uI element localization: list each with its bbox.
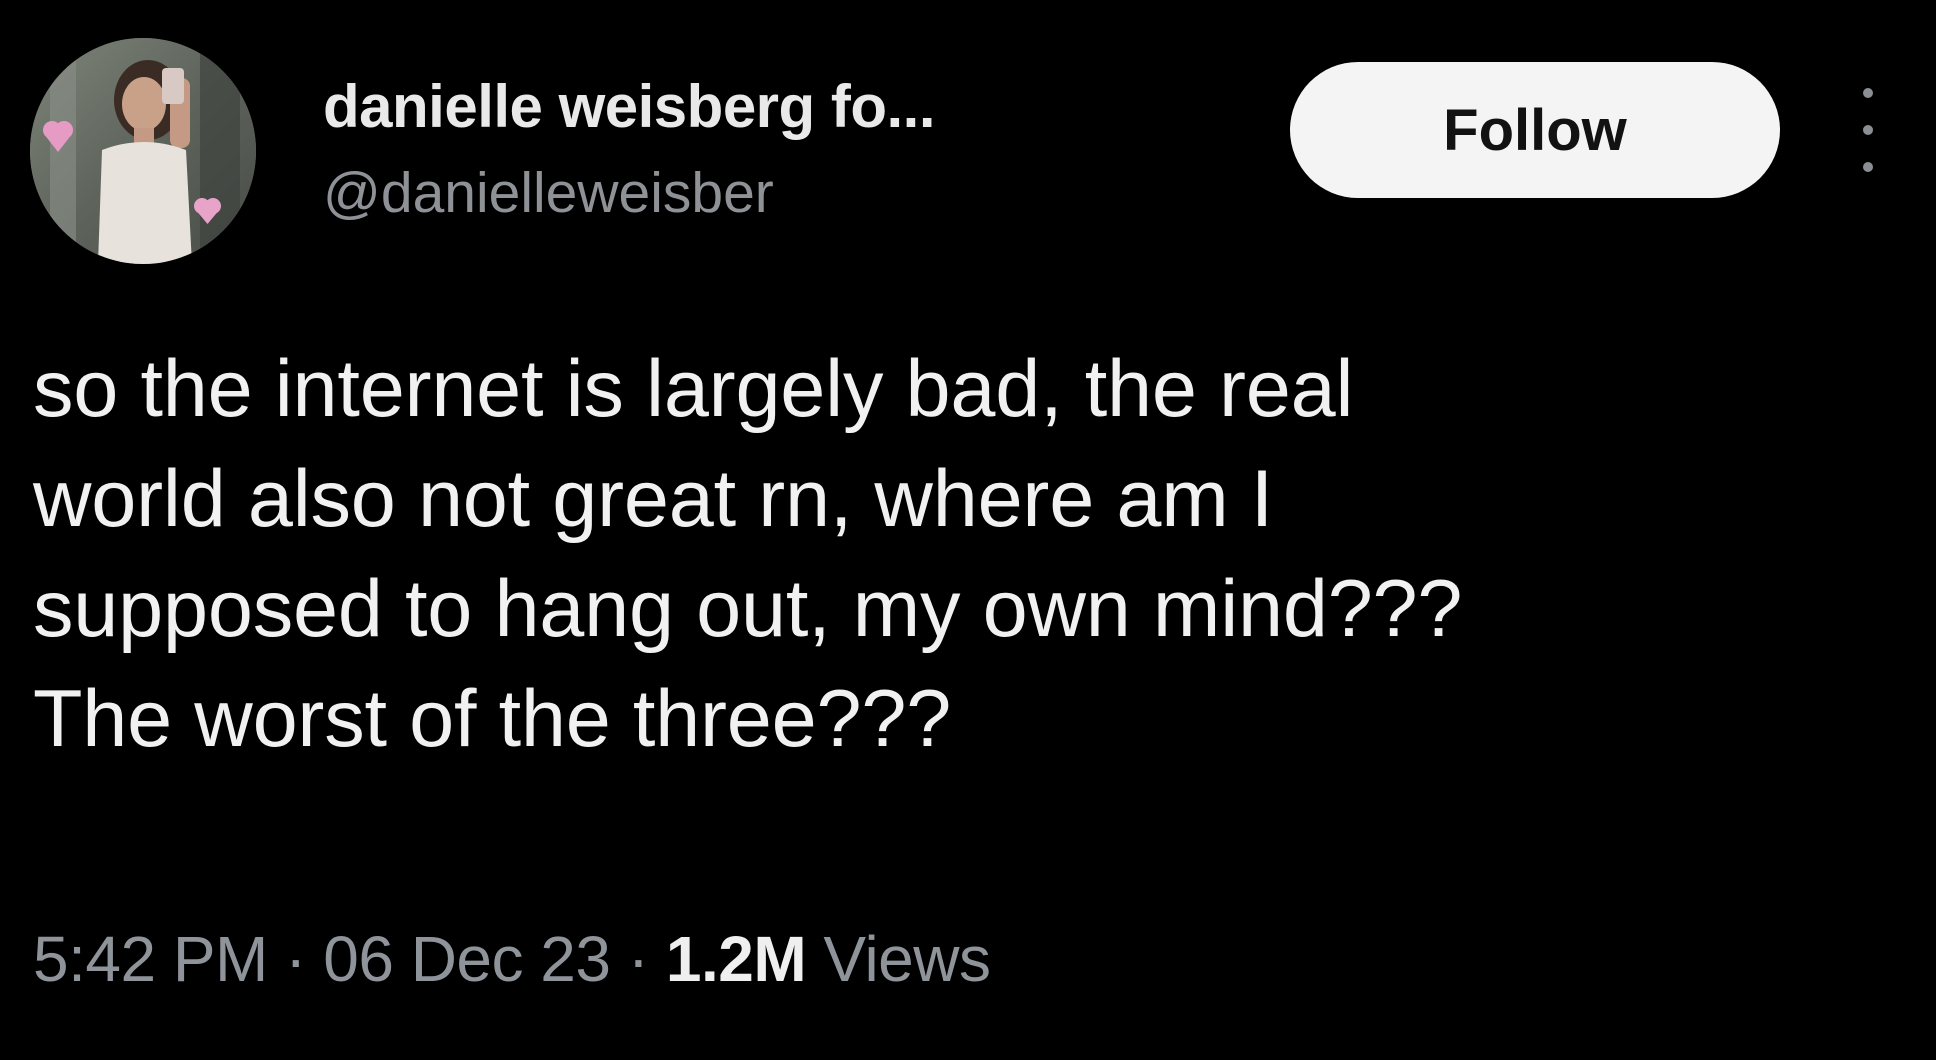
tweet-text: so the internet is largely bad, the real… <box>33 334 1893 774</box>
views-label: Views <box>823 923 991 995</box>
tweet-text-line: so the internet is largely bad, the real <box>33 344 1354 434</box>
avatar-photo <box>30 38 256 264</box>
author-handle[interactable]: @danielleweisber <box>323 160 774 226</box>
views-count[interactable]: 1.2M <box>666 923 807 995</box>
tweet-text-line: The worst of the three??? <box>33 674 952 764</box>
avatar[interactable] <box>30 38 256 264</box>
more-options-button[interactable] <box>1855 88 1881 172</box>
more-vertical-icon <box>1863 88 1873 98</box>
tweet-text-line: supposed to hang out, my own mind??? <box>33 564 1463 654</box>
tweet-time[interactable]: 5:42 PM <box>33 923 268 995</box>
more-vertical-icon <box>1863 162 1873 172</box>
tweet-text-line: world also not great rn, where am I <box>33 454 1274 544</box>
tweet-date[interactable]: 06 Dec 23 <box>323 923 611 995</box>
tweet-metadata: 5:42 PM · 06 Dec 23 · 1.2M Views <box>33 922 991 996</box>
author-display-name[interactable]: danielle weisberg fo... <box>323 72 936 141</box>
meta-separator: · <box>285 923 306 995</box>
follow-button[interactable]: Follow <box>1290 62 1780 198</box>
meta-separator: · <box>627 923 649 995</box>
tweet-card: danielle weisberg fo... @danielleweisber… <box>0 0 1936 1060</box>
more-vertical-icon <box>1863 125 1873 135</box>
